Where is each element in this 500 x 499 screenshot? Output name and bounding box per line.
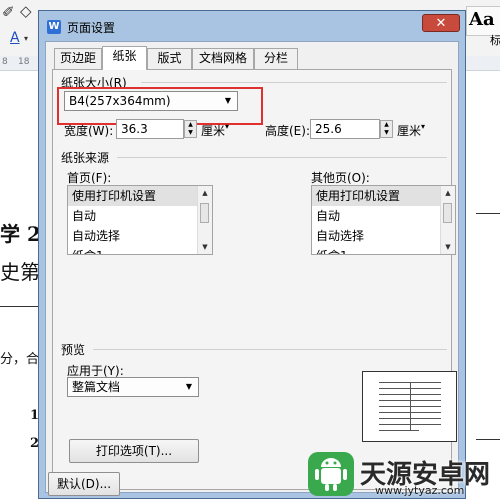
other-pages-list[interactable]: 使用打印机设置 自动 自动选择 纸盒1 ▲ ▼	[311, 185, 456, 255]
tab-layout[interactable]: 版式	[147, 48, 192, 69]
doc-rule	[476, 439, 500, 440]
paper-tab-content: 纸张大小(R) B4(257x364mm) ▼ 宽度(W): 36.3 ▲ ▼ 厘…	[52, 70, 457, 490]
ruler-number: 8	[2, 57, 8, 67]
list-item[interactable]: 纸盒1	[68, 246, 212, 254]
preview-column-gap	[410, 382, 411, 430]
other-pages-label: 其他页(O):	[311, 171, 370, 185]
list-item[interactable]: 使用打印机设置	[312, 186, 455, 206]
font-color-icon[interactable]: A	[10, 30, 20, 46]
scroll-down-icon[interactable]: ▼	[198, 240, 212, 254]
font-color-dropdown-icon[interactable]: ▾	[24, 34, 28, 43]
scroll-up-icon[interactable]: ▲	[198, 186, 212, 200]
list-item[interactable]: 自动	[312, 206, 455, 226]
width-label: 宽度(W):	[64, 124, 114, 138]
list-item[interactable]: 纸盒1	[312, 246, 455, 254]
scroll-thumb[interactable]	[443, 203, 452, 223]
tab-columns[interactable]: 分栏	[254, 48, 298, 69]
chevron-down-icon: ▼	[224, 96, 231, 105]
width-unit: 厘米	[201, 124, 226, 138]
height-input[interactable]: 25.6	[310, 119, 380, 139]
eraser-icon[interactable]: ◇	[20, 2, 32, 20]
paper-size-value: B4(257x364mm)	[69, 94, 171, 108]
close-button[interactable]: ✕	[422, 14, 460, 32]
preview-line	[379, 430, 419, 431]
group-divider	[117, 157, 447, 158]
preview-label: 预览	[61, 343, 86, 357]
height-spinner[interactable]: ▲ ▼	[380, 120, 393, 138]
document-text: 学 2	[0, 222, 41, 246]
ruler-number: 18	[18, 57, 30, 67]
android-robot-icon	[315, 458, 347, 491]
document-page-right	[466, 71, 500, 499]
doc-rule	[0, 306, 38, 307]
first-page-label: 首页(F):	[67, 171, 112, 185]
height-unit-dropdown-icon[interactable]: ▾	[421, 122, 425, 131]
tab-margins[interactable]: 页边距	[54, 48, 102, 69]
group-divider	[141, 82, 447, 83]
style-sample: Aa	[469, 9, 495, 30]
chevron-down-icon: ▼	[185, 382, 192, 391]
height-unit: 厘米	[397, 124, 422, 138]
scroll-thumb[interactable]	[200, 203, 209, 223]
group-divider	[93, 349, 447, 350]
list-item[interactable]: 自动	[68, 206, 212, 226]
apply-to-value: 整篇文档	[72, 380, 121, 394]
dialog-body: 页边距 纸张 版式 文档网格 分栏 纸张大小(R) B4(257x364mm) …	[45, 41, 459, 493]
page-setup-dialog: W 页面设置 ✕ 页边距 纸张 版式 文档网格 分栏 纸张大小(R) B4(25…	[38, 10, 466, 499]
scrollbar[interactable]: ▲ ▼	[440, 186, 455, 254]
width-input[interactable]: 36.3	[116, 119, 184, 139]
first-page-list[interactable]: 使用打印机设置 自动 自动选择 纸盒1 ▲ ▼	[67, 185, 213, 255]
scroll-down-icon[interactable]: ▼	[441, 240, 455, 254]
tab-document-grid[interactable]: 文档网格	[192, 48, 254, 69]
tab-paper[interactable]: 纸张	[102, 46, 147, 70]
width-unit-dropdown-icon[interactable]: ▾	[225, 122, 229, 131]
list-item[interactable]: 自动选择	[68, 226, 212, 246]
paper-source-label: 纸张来源	[61, 151, 110, 165]
style-label: 标	[490, 34, 500, 47]
document-text: 分，合	[0, 352, 40, 367]
document-page-left	[0, 71, 38, 499]
apply-to-select[interactable]: 整篇文档 ▼	[67, 377, 199, 397]
toolbar-glyph[interactable]: ✐	[2, 3, 15, 21]
page-preview	[362, 371, 457, 442]
doc-rule	[476, 213, 500, 214]
wps-app-icon: W	[47, 20, 61, 34]
print-options-button[interactable]: 打印选项(T)...	[69, 439, 199, 463]
list-item[interactable]: 自动选择	[312, 226, 455, 246]
default-button[interactable]: 默认(D)...	[48, 472, 120, 496]
scrollbar[interactable]: ▲ ▼	[197, 186, 212, 254]
scroll-up-icon[interactable]: ▲	[441, 186, 455, 200]
watermark-logo	[308, 452, 354, 496]
width-spinner[interactable]: ▲ ▼	[184, 120, 197, 138]
document-text: 史第	[0, 260, 40, 284]
list-item[interactable]: 使用打印机设置	[68, 186, 212, 206]
height-label: 高度(E):	[265, 124, 310, 138]
paper-size-select[interactable]: B4(257x364mm) ▼	[64, 91, 238, 111]
watermark-url: www.jytyaz.com	[375, 484, 465, 497]
dialog-title: 页面设置	[67, 21, 116, 35]
